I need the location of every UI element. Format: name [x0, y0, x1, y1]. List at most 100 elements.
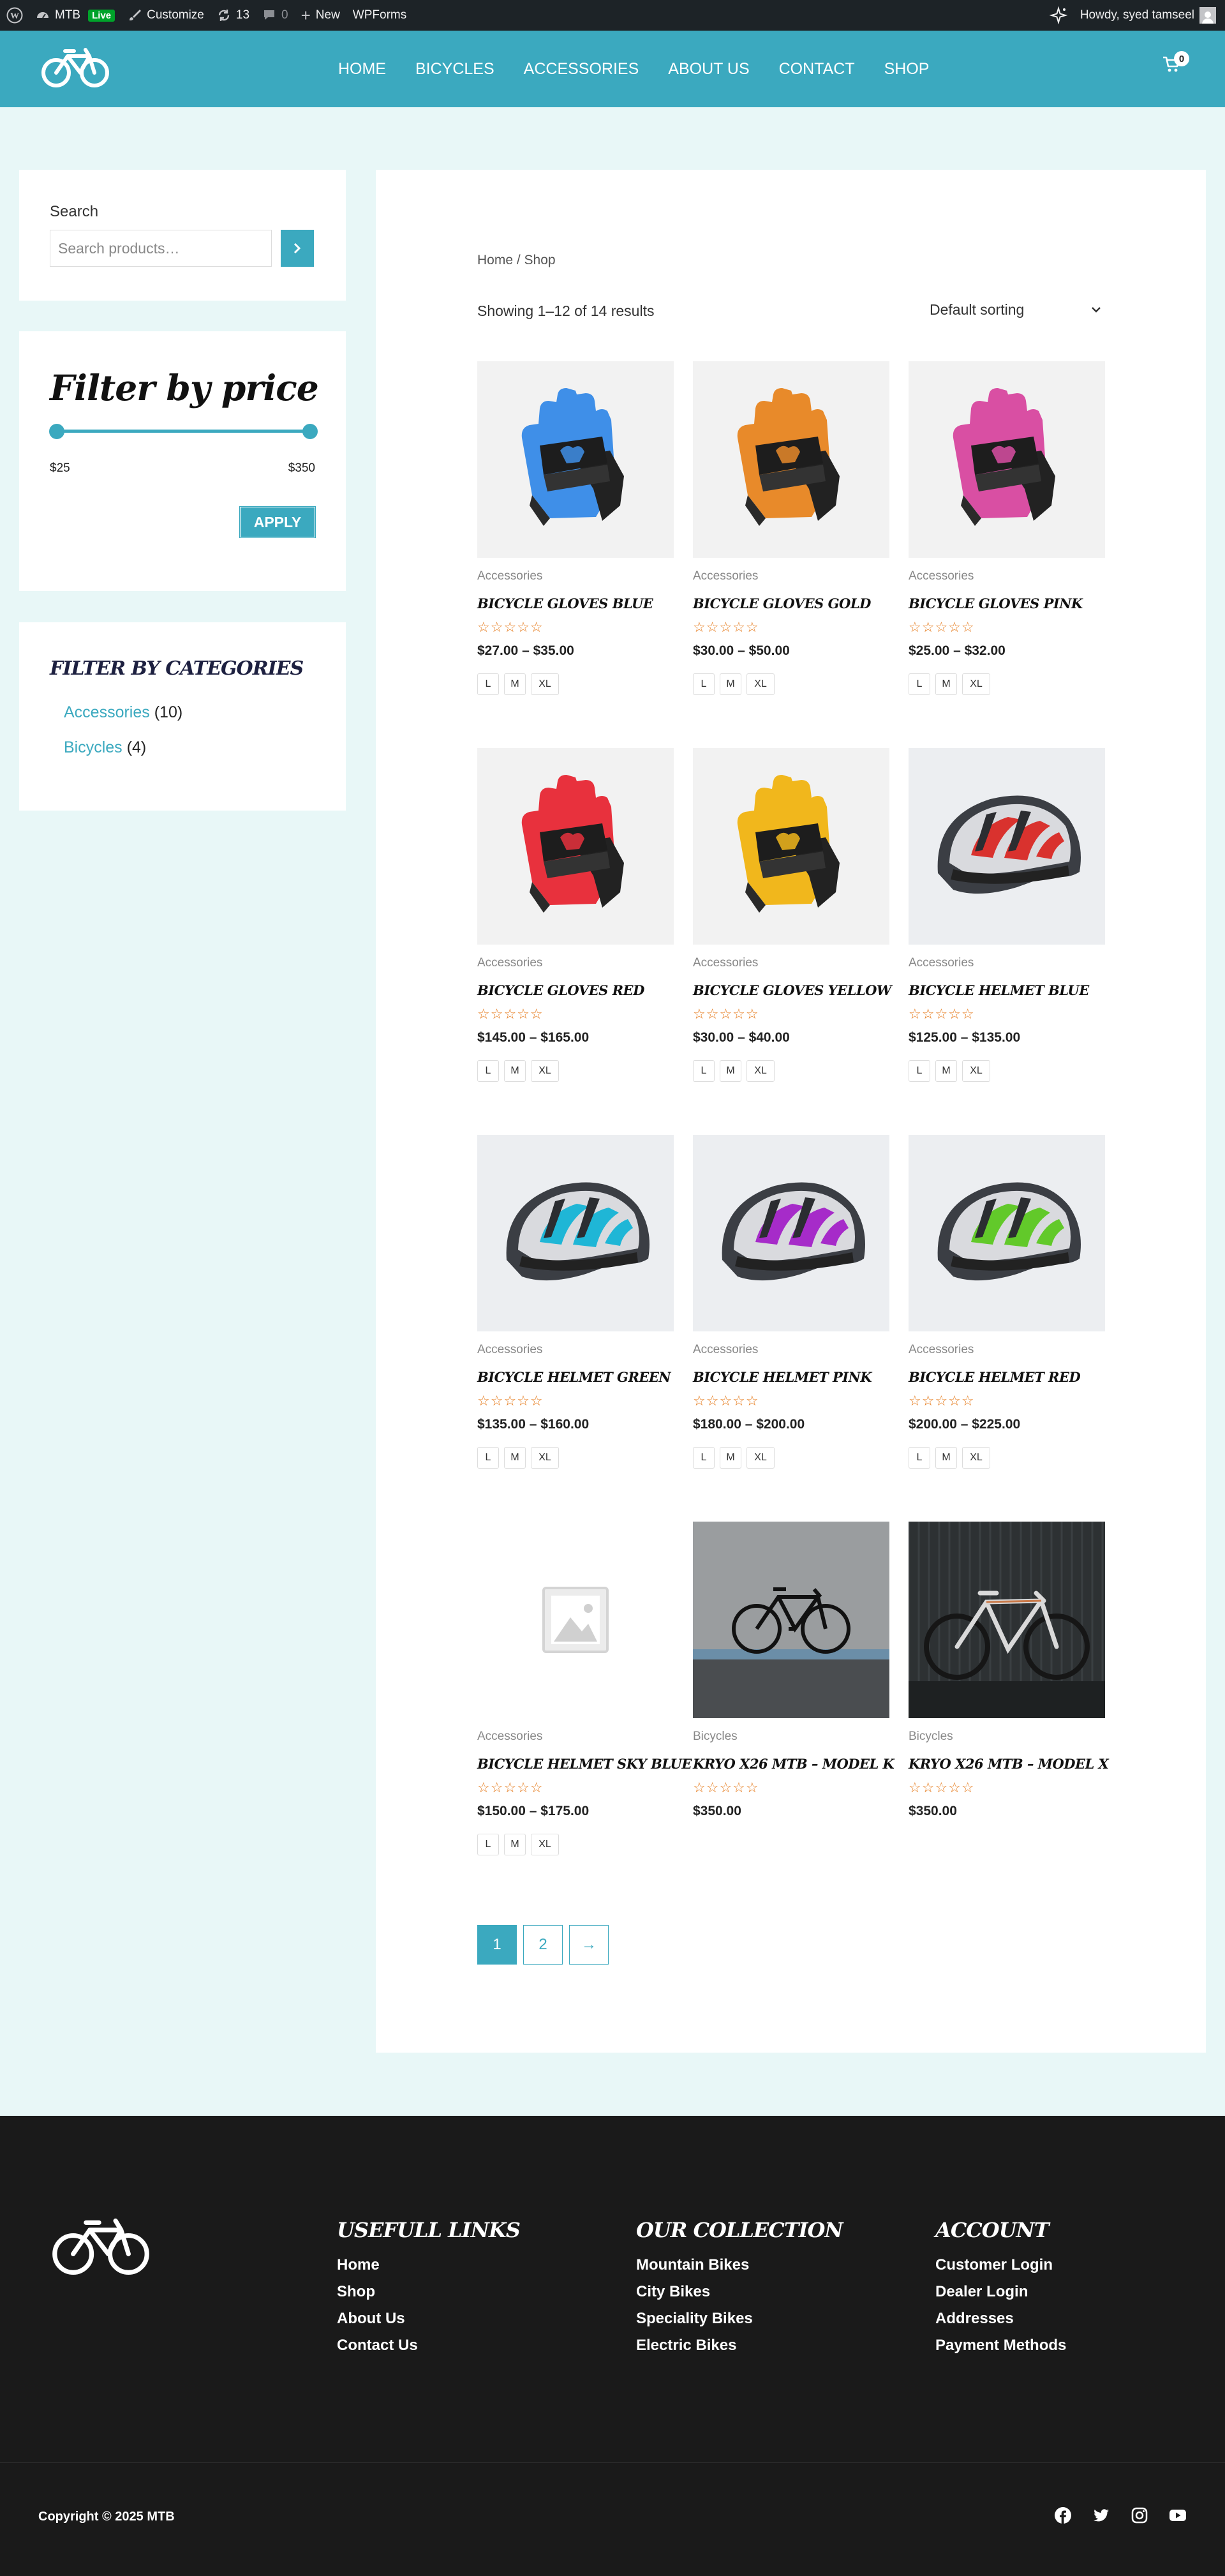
product-category[interactable]: Bicycles: [693, 1730, 738, 1744]
size-option[interactable]: L: [909, 1447, 930, 1469]
product-card[interactable]: Accessories BICYCLE HELMET GREEN ☆☆☆☆☆ $135…: [477, 1135, 674, 1492]
product-title[interactable]: BICYCLE GLOVES GOLD: [693, 595, 897, 611]
size-option[interactable]: M: [935, 673, 957, 695]
size-option[interactable]: L: [693, 1447, 715, 1469]
price-slider-max-handle[interactable]: [302, 424, 318, 439]
product-card[interactable]: Accessories BICYCLE GLOVES GOLD ☆☆☆☆☆ $30.0…: [693, 361, 889, 719]
nav-bicycles[interactable]: BICYCLES: [415, 60, 494, 79]
footer-link[interactable]: About Us: [337, 2310, 520, 2328]
twitter-icon[interactable]: [1092, 2506, 1110, 2527]
sort-dropdown[interactable]: Default sorting: [926, 297, 1104, 322]
product-category[interactable]: Bicycles: [909, 1730, 953, 1744]
customize-link[interactable]: Customize: [121, 0, 211, 31]
search-input[interactable]: Search products…: [50, 230, 272, 267]
size-option[interactable]: M: [720, 673, 741, 695]
footer-link[interactable]: Payment Methods: [935, 2337, 1066, 2355]
facebook-icon[interactable]: [1054, 2506, 1072, 2527]
product-category[interactable]: Accessories: [909, 1343, 974, 1357]
page-1[interactable]: 1: [477, 1925, 517, 1965]
product-image[interactable]: [477, 361, 674, 558]
product-category[interactable]: Accessories: [693, 956, 758, 970]
footer-link[interactable]: Dealer Login: [935, 2283, 1066, 2301]
size-option[interactable]: L: [693, 1060, 715, 1082]
site-logo[interactable]: [41, 43, 110, 93]
nav-about-us[interactable]: ABOUT US: [668, 60, 749, 79]
wordpress-logo-icon[interactable]: W: [0, 0, 29, 31]
product-category[interactable]: Accessories: [693, 1343, 758, 1357]
category-link-bicycles[interactable]: Bicycles: [64, 738, 122, 756]
product-title[interactable]: BICYCLE HELMET SKY BLUE: [477, 1756, 692, 1772]
product-image[interactable]: [909, 361, 1105, 558]
instagram-icon[interactable]: [1131, 2506, 1148, 2527]
account-menu[interactable]: Howdy, syed tamseel: [1074, 0, 1225, 31]
footer-link[interactable]: Speciality Bikes: [636, 2310, 843, 2328]
size-option[interactable]: M: [504, 1060, 526, 1082]
product-image[interactable]: [693, 1135, 889, 1331]
size-option[interactable]: L: [477, 673, 499, 695]
product-card[interactable]: Bicycles KRYO X26 MTB – MODEL X ☆☆☆☆☆ $350.…: [909, 1522, 1109, 1879]
size-option[interactable]: XL: [746, 673, 775, 695]
product-card[interactable]: Accessories BICYCLE GLOVES RED ☆☆☆☆☆ $145.0…: [477, 748, 674, 1105]
product-image[interactable]: [909, 748, 1105, 945]
wpforms-link[interactable]: WPForms: [346, 0, 413, 31]
product-card[interactable]: Accessories BICYCLE GLOVES PINK ☆☆☆☆☆ $25.0…: [909, 361, 1105, 719]
product-title[interactable]: BICYCLE HELMET PINK: [693, 1369, 897, 1385]
youtube-icon[interactable]: [1169, 2506, 1187, 2527]
product-category[interactable]: Accessories: [693, 569, 758, 583]
nav-contact[interactable]: CONTACT: [779, 60, 855, 79]
size-option[interactable]: M: [504, 673, 526, 695]
size-option[interactable]: XL: [531, 1834, 559, 1855]
apply-price-button[interactable]: APPLY: [239, 506, 316, 538]
product-card[interactable]: Accessories BICYCLE HELMET SKY BLUE ☆☆☆☆☆ $…: [477, 1522, 692, 1879]
size-option[interactable]: M: [504, 1447, 526, 1469]
size-option[interactable]: L: [909, 1060, 930, 1082]
footer-link[interactable]: Customer Login: [935, 2256, 1066, 2274]
next-page-arrow[interactable]: →: [569, 1925, 609, 1965]
product-category[interactable]: Accessories: [477, 569, 542, 583]
size-option[interactable]: XL: [962, 673, 990, 695]
admin-site-link[interactable]: MTB Live: [29, 0, 121, 31]
product-image[interactable]: [477, 1522, 674, 1718]
product-image[interactable]: [693, 748, 889, 945]
size-option[interactable]: M: [935, 1447, 957, 1469]
product-card[interactable]: Accessories BICYCLE HELMET PINK ☆☆☆☆☆ $180.…: [693, 1135, 889, 1492]
nav-shop[interactable]: SHOP: [884, 60, 930, 79]
footer-link[interactable]: Contact Us: [337, 2337, 520, 2355]
product-title[interactable]: BICYCLE GLOVES PINK: [909, 595, 1113, 611]
size-option[interactable]: XL: [746, 1060, 775, 1082]
comments-link[interactable]: 0: [256, 0, 295, 31]
category-link-accessories[interactable]: Accessories: [64, 703, 150, 721]
product-category[interactable]: Accessories: [477, 1730, 542, 1744]
product-title[interactable]: KRYO X26 MTB – MODEL X: [909, 1756, 1113, 1772]
product-title[interactable]: BICYCLE HELMET GREEN: [477, 1369, 681, 1385]
size-option[interactable]: XL: [531, 1447, 559, 1469]
product-image[interactable]: [693, 361, 889, 558]
size-option[interactable]: M: [504, 1834, 526, 1855]
size-option[interactable]: L: [477, 1060, 499, 1082]
product-title[interactable]: BICYCLE HELMET RED: [909, 1369, 1113, 1385]
cart-button[interactable]: 0: [1162, 51, 1189, 76]
price-slider-track[interactable]: [56, 430, 310, 433]
product-card[interactable]: Bicycles KRYO X26 MTB – MODEL K ☆☆☆☆☆ $350.…: [693, 1522, 895, 1879]
footer-logo[interactable]: [45, 2212, 157, 2281]
size-option[interactable]: M: [720, 1447, 741, 1469]
ai-sparkle-icon[interactable]: [1043, 0, 1074, 31]
product-card[interactable]: Accessories BICYCLE HELMET BLUE ☆☆☆☆☆ $125.…: [909, 748, 1105, 1105]
size-option[interactable]: L: [693, 673, 715, 695]
price-slider-min-handle[interactable]: [49, 424, 64, 439]
footer-link[interactable]: Addresses: [935, 2310, 1066, 2328]
product-image[interactable]: [909, 1522, 1105, 1718]
footer-link[interactable]: Mountain Bikes: [636, 2256, 843, 2274]
size-option[interactable]: XL: [962, 1060, 990, 1082]
nav-home[interactable]: HOME: [338, 60, 386, 79]
nav-accessories[interactable]: ACCESSORIES: [524, 60, 639, 79]
footer-link[interactable]: Electric Bikes: [636, 2337, 843, 2355]
product-card[interactable]: Accessories BICYCLE GLOVES YELLOW ☆☆☆☆☆ $30…: [693, 748, 892, 1105]
updates-link[interactable]: 13: [211, 0, 256, 31]
product-title[interactable]: BICYCLE GLOVES RED: [477, 982, 681, 998]
size-option[interactable]: L: [909, 673, 930, 695]
footer-link[interactable]: City Bikes: [636, 2283, 843, 2301]
product-title[interactable]: BICYCLE HELMET BLUE: [909, 982, 1113, 998]
product-category[interactable]: Accessories: [477, 956, 542, 970]
product-category[interactable]: Accessories: [909, 956, 974, 970]
